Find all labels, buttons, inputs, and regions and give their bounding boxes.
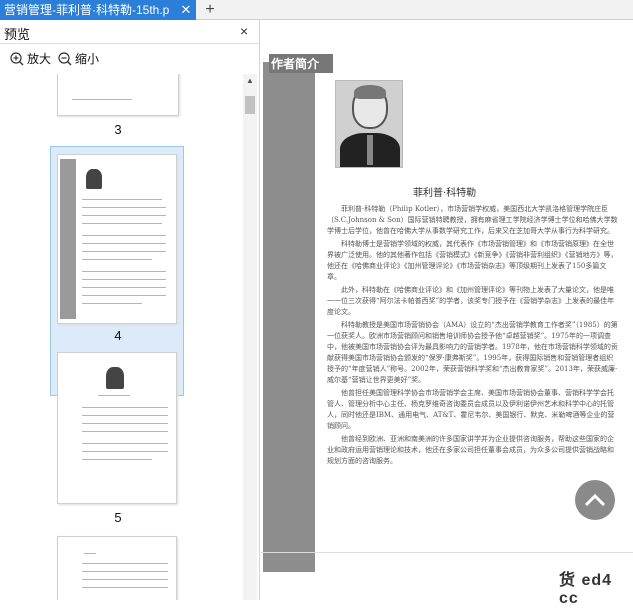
scroll-up-icon[interactable]: ▲ [243, 74, 257, 88]
thumbnail-list: 3 4 5 [0, 74, 240, 600]
bio-paragraph: 科特勒博士是营销学领域的权威，其代表作《市场营销管理》和《市场营销原理》在全世界… [327, 240, 618, 281]
page-number-4: 4 [114, 328, 122, 343]
scrollbar-thumb[interactable] [245, 96, 255, 114]
document-page: 作者简介 菲利普·科特勒 菲利普·科特勒（Philip Kotler），市场营销… [263, 54, 623, 574]
watermark: 货 ed4 cc [559, 572, 613, 607]
decorative-side-strip [263, 62, 315, 572]
tab-close-icon[interactable]: ✕ [178, 0, 194, 20]
page-thumbnail-5[interactable] [57, 352, 177, 504]
sidebar-close-icon[interactable]: × [240, 23, 248, 39]
bio-paragraph: 他曾担任美国管理科学协会市场营销学会主席、美国市场营销协会董事、营销科学学会托管… [327, 389, 615, 430]
bio-paragraph: 菲利普·科特勒（Philip Kotler），市场营销学权威，美国西北大学凯洛格… [327, 205, 618, 235]
thumbnail-scrollbar[interactable]: ▲ [243, 74, 257, 600]
chevron-up-icon [584, 493, 606, 507]
author-photo [335, 80, 403, 168]
zoom-in-label: 放大 [27, 52, 52, 66]
bio-paragraph: 他曾经到欧洲、亚洲和南美洲的许多国家讲学并为企业提供咨询服务，帮助这些国家的企业… [327, 435, 614, 465]
preview-sidebar: 预览 × 放大 缩小 3 4 5 ▲ [0, 20, 260, 600]
tab-bar: 营销管理-菲利普·科特勒-15th.p ✕ + [0, 0, 633, 20]
zoom-toolbar: 放大 缩小 [0, 44, 259, 72]
bio-paragraph: 此外，科特勒在《哈佛商业评论》和《加州管理评论》等刊物上发表了大量论文，他是唯一… [327, 286, 615, 316]
page-separator [261, 552, 633, 553]
zoom-in-button[interactable]: 放大 [10, 50, 51, 67]
zoom-in-icon [10, 51, 24, 65]
document-tab-title: 营销管理-菲利普·科特勒-15th.p [4, 3, 170, 17]
zoom-out-icon [58, 51, 72, 65]
sidebar-title: 预览 [4, 27, 31, 42]
document-view: 作者简介 菲利普·科特勒 菲利普·科特勒（Philip Kotler），市场营销… [261, 20, 633, 607]
page-number-3: 3 [114, 122, 122, 137]
scroll-to-top-button[interactable] [575, 480, 615, 520]
new-tab-button[interactable]: + [200, 0, 220, 20]
author-name: 菲利普·科特勒 [413, 188, 477, 199]
section-label: 作者简介 [269, 54, 333, 73]
page-number-5: 5 [114, 510, 122, 525]
zoom-out-button[interactable]: 缩小 [58, 50, 99, 67]
page-thumbnail-4[interactable] [57, 154, 177, 324]
bio-paragraph: 科特勒教授是美国市场营销协会（AMA）设立的“杰出营销学教育工作者奖”（1985… [327, 321, 618, 384]
sidebar-header: 预览 × [0, 20, 259, 44]
page-thumbnail-6[interactable] [57, 536, 177, 600]
zoom-out-label: 缩小 [75, 52, 100, 66]
document-tab[interactable]: 营销管理-菲利普·科特勒-15th.p ✕ [0, 0, 196, 20]
author-bio: 菲利普·科特勒（Philip Kotler），市场营销学权威，美国西北大学凯洛格… [327, 204, 619, 469]
page-thumbnail-3[interactable] [57, 74, 179, 116]
